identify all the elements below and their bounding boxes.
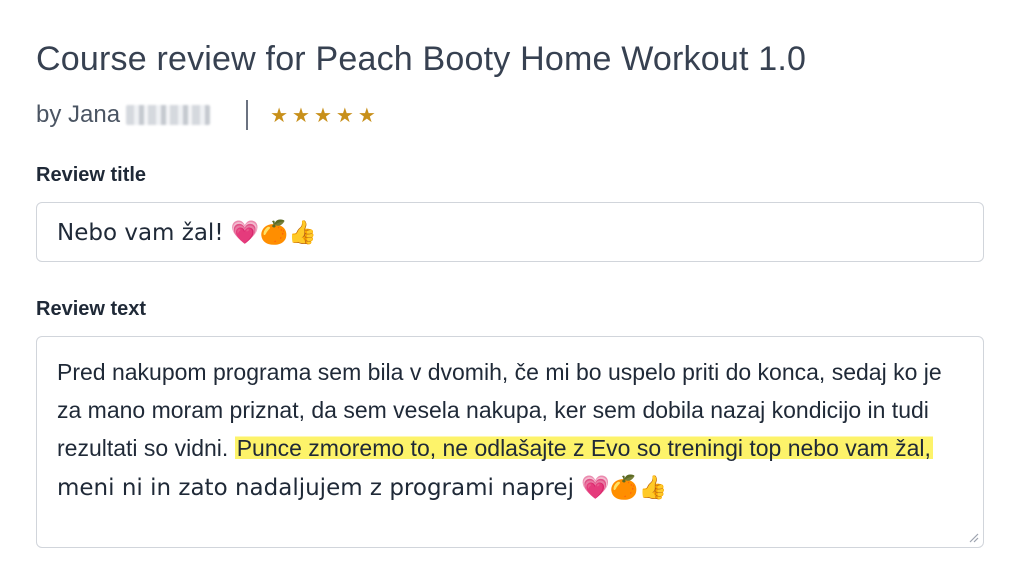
author-name: by Jana bbox=[36, 101, 121, 128]
star-rating: ★ ★ ★ ★ ★ bbox=[270, 105, 376, 125]
byline-divider bbox=[246, 100, 249, 130]
course-review-page: Course review for Peach Booty Home Worko… bbox=[0, 0, 1024, 584]
review-title-value: Nebo vam žal! 💗🍊👍 bbox=[57, 219, 317, 246]
star-icon: ★ bbox=[313, 103, 332, 127]
highlighted-text: Punce zmoremo to, ne odlašajte z Evo so … bbox=[234, 435, 933, 461]
review-text-part: meni ni in zato nadaljujem z programi na… bbox=[57, 475, 668, 501]
review-title-input[interactable]: Nebo vam žal! 💗🍊👍 bbox=[36, 202, 984, 262]
review-title-label: Review title bbox=[36, 164, 147, 186]
star-icon: ★ bbox=[292, 103, 310, 127]
star-icon: ★ bbox=[270, 103, 288, 127]
star-icon: ★ bbox=[335, 103, 354, 127]
review-text-label: Review text bbox=[36, 298, 147, 320]
star-icon: ★ bbox=[357, 103, 376, 127]
redacted-surname bbox=[126, 105, 211, 125]
review-text-area[interactable]: Pred nakupom programa sem bila v dvomih,… bbox=[36, 336, 984, 548]
page-title: Course review for Peach Booty Home Worko… bbox=[36, 40, 807, 78]
byline: by Jana ★ ★ ★ ★ ★ bbox=[36, 98, 376, 132]
resize-handle-icon[interactable] bbox=[967, 531, 979, 543]
